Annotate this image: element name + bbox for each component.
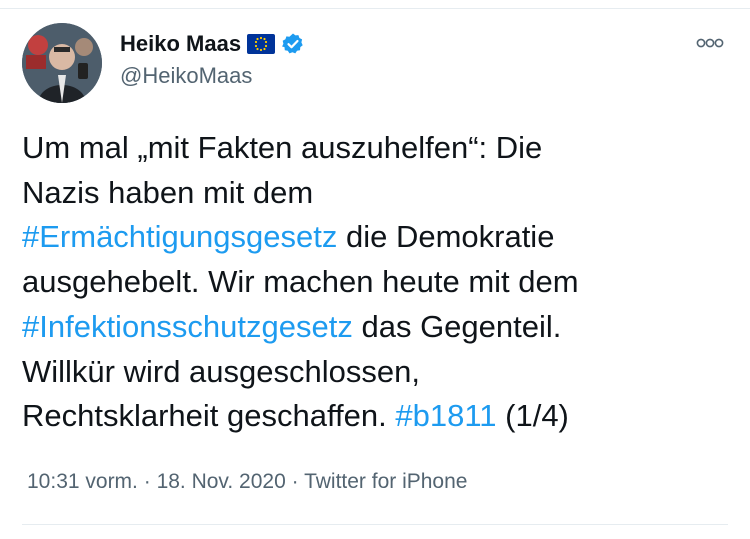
meta-separator: · [285,470,305,493]
hashtag-link[interactable]: #Infektionsschutzgesetz [22,309,353,344]
profile-photo [22,23,102,103]
meta-separator: · [137,470,157,493]
top-divider [0,0,750,9]
tweet-text-segment: Rechtsklarheit geschaffen. [22,398,396,434]
author-name[interactable]: Heiko Maas [120,31,241,57]
tweet-line: ausgehebelt. Wir machen heute mit dem [22,260,722,305]
tweet-text-segment: die Demokratie [337,219,555,255]
tweet-line: #Infektionsschutzgesetz das Gegenteil. [22,305,722,350]
tweet-line: Rechtsklarheit geschaffen. #b1811 (1/4) [22,394,722,439]
tweet-date[interactable]: 18. Nov. 2020 [157,470,286,493]
more-options-icon [696,38,724,48]
tweet-text: Um mal „mit Fakten auszuhelfen“: Die Naz… [22,126,722,439]
eu-flag-icon [247,34,276,54]
tweet-text-segment: ausgehebelt. Wir machen heute mit dem [22,264,579,300]
tweet-line: Nazis haben mit dem [22,171,722,216]
bottom-divider [22,524,728,525]
tweet-time[interactable]: 10:31 vorm. [27,470,138,493]
more-options-button[interactable] [690,33,730,53]
tweet-text-segment: das Gegenteil. [352,308,562,344]
tweet-text-segment: (1/4) [496,398,569,434]
tweet-source[interactable]: Twitter for iPhone [304,470,467,493]
tweet-line: Willkür wird ausgeschlossen, [22,350,722,395]
verified-badge-icon [282,33,303,54]
author-block: Heiko Maas @HeikoMaas [120,28,305,89]
tweet-metadata: 10:31 vorm. · 18. Nov. 2020 · Twitter fo… [27,470,467,494]
author-handle[interactable]: @HeikoMaas [120,63,305,89]
tweet-text-segment: Nazis haben mit dem [22,174,314,210]
tweet-text-segment: Um mal „mit Fakten auszuhelfen“: Die [22,130,543,165]
tweet-text-segment: Willkür wird ausgeschlossen, [22,353,420,389]
hashtag-link[interactable]: #b1811 [395,398,496,433]
hashtag-link[interactable]: #Ermächtigungsgesetz [22,219,337,254]
tweet-line: #Ermächtigungsgesetz die Demokratie [22,215,722,260]
avatar[interactable] [22,23,102,103]
tweet-line: Um mal „mit Fakten auszuhelfen“: Die [22,126,722,171]
